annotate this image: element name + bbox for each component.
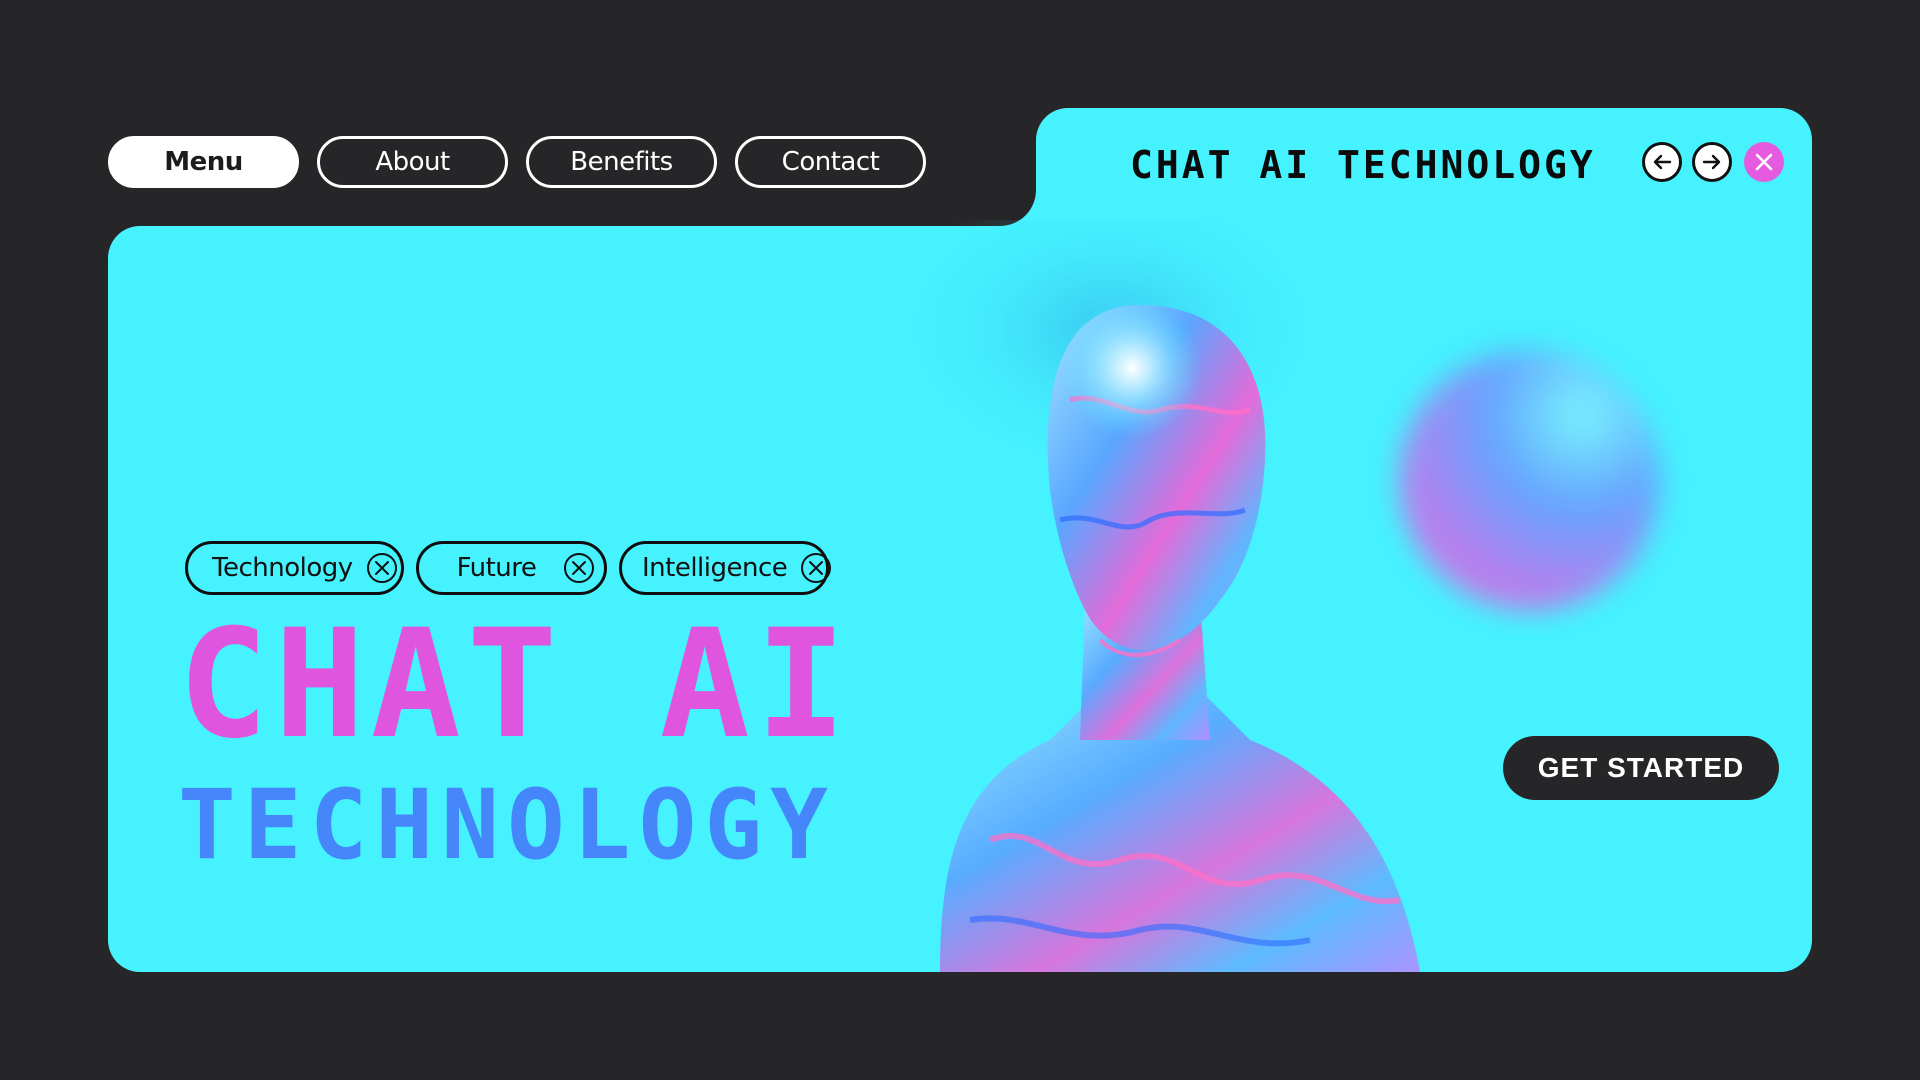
header-title: CHAT AI TECHNOLOGY bbox=[1130, 143, 1596, 187]
remove-tag-button[interactable] bbox=[365, 551, 399, 585]
arrow-left-icon bbox=[1653, 154, 1672, 170]
arrow-right-icon bbox=[1702, 154, 1721, 170]
remove-tag-button[interactable] bbox=[562, 551, 596, 585]
remove-tag-button[interactable] bbox=[799, 551, 833, 585]
tag-technology: Technology bbox=[185, 541, 404, 595]
tag-future: Future bbox=[416, 541, 607, 595]
close-circle-icon bbox=[564, 553, 594, 583]
close-circle-icon bbox=[801, 553, 832, 583]
close-circle-icon bbox=[366, 553, 397, 583]
hero-headline-line1: CHAT AI bbox=[178, 598, 853, 772]
tag-label: Technology bbox=[212, 553, 353, 583]
nav-menu-button[interactable]: Menu bbox=[108, 136, 299, 188]
close-button[interactable] bbox=[1744, 142, 1784, 182]
panel-corner-cut bbox=[960, 150, 1036, 226]
close-icon bbox=[1755, 153, 1773, 171]
hero-headline-line2: TECHNOLOGY bbox=[178, 769, 836, 881]
tag-list: Technology Future Intelligence bbox=[185, 541, 832, 595]
tag-label: Future bbox=[456, 553, 537, 583]
nav-contact-button[interactable]: Contact bbox=[735, 136, 926, 188]
tag-label: Intelligence bbox=[642, 553, 788, 583]
prev-button[interactable] bbox=[1642, 142, 1682, 182]
nav-benefits-button[interactable]: Benefits bbox=[526, 136, 717, 188]
next-button[interactable] bbox=[1692, 142, 1732, 182]
get-started-button[interactable]: GET STARTED bbox=[1503, 736, 1779, 800]
nav-about-button[interactable]: About bbox=[317, 136, 508, 188]
chrome-human-figure bbox=[900, 220, 1420, 972]
top-nav: Menu About Benefits Contact bbox=[108, 136, 926, 188]
tag-intelligence: Intelligence bbox=[619, 541, 832, 595]
